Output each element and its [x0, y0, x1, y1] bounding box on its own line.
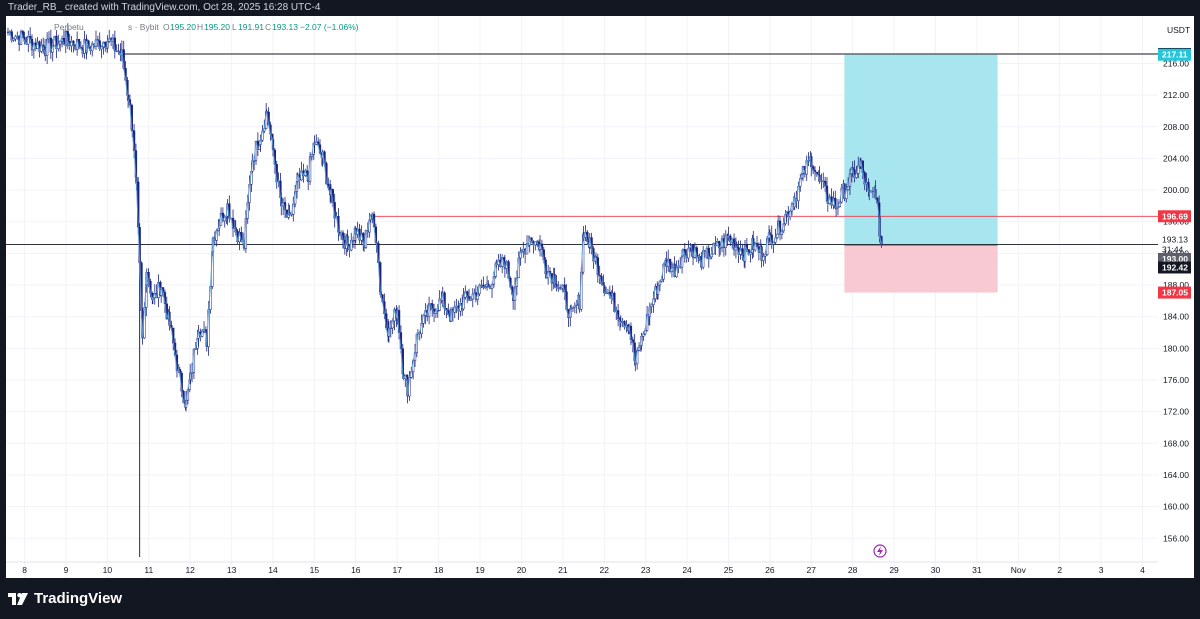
x-tick-label: 25 — [724, 565, 734, 575]
x-tick-label: 13 — [227, 565, 237, 575]
x-tick-label: 11 — [144, 565, 153, 575]
x-tick-label: 24 — [682, 565, 692, 575]
change-value: −2.07 (−1.06%) — [300, 22, 359, 32]
close-value: 193.13 — [272, 22, 298, 32]
y-tick-label: 200.00 — [1163, 185, 1189, 195]
x-tick-label: 4 — [1140, 565, 1145, 575]
y-tick-label: 176.00 — [1163, 375, 1189, 385]
high-label: H — [197, 22, 203, 32]
x-tick-label: 14 — [268, 565, 278, 575]
x-tick-label: 17 — [392, 565, 402, 575]
x-tick-label: 20 — [517, 565, 527, 575]
low-label: L — [232, 22, 237, 32]
y-tick-label: 208.00 — [1163, 122, 1189, 132]
x-tick-label: 23 — [641, 565, 651, 575]
y-tick-label: 156.00 — [1163, 533, 1189, 543]
x-tick-label: 3 — [1099, 565, 1104, 575]
x-tick-label: 30 — [931, 565, 941, 575]
close-label: C — [265, 22, 271, 32]
x-tick-label: 29 — [889, 565, 899, 575]
x-tick-label: 8 — [22, 565, 27, 575]
profit-zone — [844, 54, 998, 246]
brand-text: TradingView — [34, 590, 123, 607]
stop-price-label: 187.05 — [1162, 288, 1188, 298]
x-tick-label: 28 — [848, 565, 858, 575]
price-axis: 156.00 160.00 164.00 168.00 172.00 176.00 180.… — [1158, 47, 1191, 543]
target-price-label: 217.11 — [1162, 50, 1188, 60]
resistance-price-label: 196.69 — [1162, 211, 1188, 221]
y-tick-label: 160.00 — [1163, 502, 1189, 512]
y-tick-label: 204.00 — [1163, 153, 1189, 163]
y-tick-label: 212.00 — [1163, 90, 1189, 100]
x-tick-label: 26 — [765, 565, 775, 575]
x-tick-label: 2 — [1057, 565, 1062, 575]
x-tick-label: 19 — [475, 565, 485, 575]
symbol-source: s · Bybit — [128, 22, 159, 32]
y-tick-label: 168.00 — [1163, 438, 1189, 448]
x-tick-label: 27 — [807, 565, 817, 575]
x-tick-label: 12 — [185, 565, 195, 575]
open-label: O — [163, 22, 170, 32]
y-tick-label: 164.00 — [1163, 470, 1189, 480]
y-tick-label: 172.00 — [1163, 407, 1189, 417]
y-tick-label: 180.00 — [1163, 343, 1189, 353]
symbol-exchange: Perpetu — [54, 22, 84, 32]
x-tick-label: 16 — [351, 565, 361, 575]
x-tick-label: 9 — [64, 565, 69, 575]
high-value: 195.20 — [204, 22, 230, 32]
tradingview-frame: Trader_RB_ created with TradingView.com,… — [0, 0, 1200, 619]
tradingview-logo[interactable]: TradingView — [8, 590, 122, 607]
x-tick-label: 10 — [103, 565, 113, 575]
last-price-label: 193.13 — [1162, 234, 1188, 244]
position-tool — [844, 54, 998, 293]
y-tick-label: 184.00 — [1163, 312, 1189, 322]
x-tick-label: 21 — [558, 565, 568, 575]
price-chart[interactable]: 156.00 160.00 164.00 168.00 172.00 176.00 180.… — [0, 0, 1200, 619]
currency-label: USDT — [1167, 25, 1190, 35]
open-value: 195.20 — [170, 22, 196, 32]
tradingview-logo-icon — [8, 592, 28, 605]
low-value: 191.91 — [238, 22, 264, 32]
loss-zone — [844, 245, 998, 293]
x-tick-label: 22 — [600, 565, 610, 575]
x-tick-label: Nov — [1011, 565, 1027, 575]
x-tick-label: 15 — [310, 565, 320, 575]
x-tick-label: 18 — [434, 565, 444, 575]
footer: TradingView — [0, 578, 1200, 619]
sub-price-label: 192.42 — [1162, 262, 1188, 272]
x-tick-label: 31 — [972, 565, 982, 575]
